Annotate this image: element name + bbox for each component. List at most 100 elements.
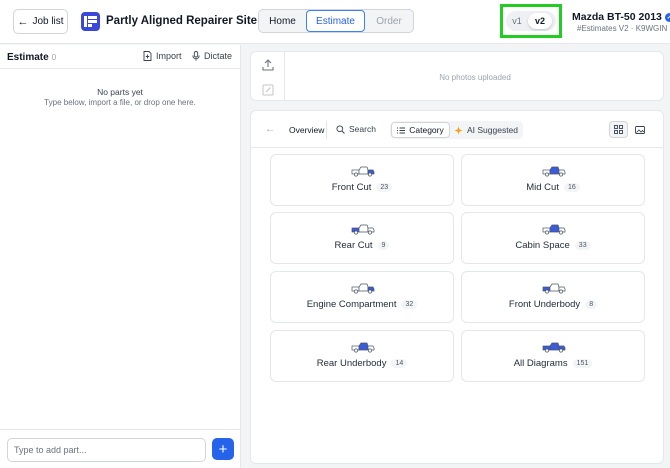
estimate-panel: Estimate 0 Import Dictate No parts yet Ty… [0, 45, 241, 468]
empty-state-subtitle: Type below, import a file, or drop one h… [44, 98, 196, 107]
category-card-row: Front Cut 23 [271, 182, 453, 193]
car-diagram-icon [542, 342, 566, 353]
nav-order-tab[interactable]: Order [365, 10, 413, 32]
car-diagram-icon [351, 166, 375, 177]
category-count-badge: 33 [574, 241, 591, 250]
category-card-row: Rear Cut 9 [271, 240, 453, 251]
vehicle-name: Mazda BT-50 2013 ✓ [572, 11, 670, 23]
car-diagram-icon [542, 224, 566, 235]
category-card-engine-compartment[interactable]: Engine Compartment 32 [270, 271, 454, 323]
category-card-row: Mid Cut 16 [462, 182, 644, 193]
category-label: Category [409, 125, 444, 135]
category-count-badge: 32 [401, 300, 418, 309]
sparkle-icon [454, 126, 463, 134]
arrow-left-icon: ← [17, 15, 29, 28]
toolbar-divider [326, 121, 327, 139]
category-label: Rear Cut [334, 240, 373, 251]
category-tab[interactable]: Category [391, 122, 450, 138]
version-toggle[interactable]: v1 v2 [506, 11, 556, 31]
ai-suggested-tab[interactable]: AI Suggested [450, 122, 522, 138]
job-list-button[interactable]: ← Job list [13, 9, 68, 34]
ai-suggested-label: AI Suggested [466, 125, 519, 135]
nav-home-tab[interactable]: Home [259, 10, 306, 32]
version-v1-option[interactable]: v1 [506, 16, 528, 26]
search-label: Search [349, 124, 376, 134]
list-icon [397, 127, 406, 133]
catalog-toolbar: ← Overview Search Category AI Suggested [251, 111, 663, 148]
category-card-rear-underbody[interactable]: Rear Underbody 14 [270, 330, 454, 382]
photos-panel: No photos uploaded [250, 51, 664, 101]
microphone-icon [192, 51, 200, 61]
image-view-button[interactable] [630, 121, 649, 138]
vehicle-name-text: Mazda BT-50 2013 [572, 11, 662, 23]
category-label: Cabin Space [515, 240, 570, 251]
no-photos-text: No photos uploaded [439, 73, 511, 82]
category-label: Front Underbody [508, 299, 581, 310]
car-diagram-icon [351, 283, 375, 294]
category-card-row: Engine Compartment 32 [271, 299, 453, 310]
estimate-count: 0 [51, 53, 57, 62]
car-diagram-icon [351, 342, 375, 353]
partly-logo-icon [81, 12, 100, 31]
import-label: Import [156, 51, 182, 61]
category-card-row: All Diagrams 151 [462, 358, 644, 369]
category-label: Mid Cut [526, 182, 559, 193]
overview-link[interactable]: Overview [289, 125, 324, 135]
category-count-badge: 151 [572, 359, 593, 368]
image-icon [634, 125, 645, 134]
category-card-row: Rear Underbody 14 [271, 358, 453, 369]
version-v2-option[interactable]: v2 [528, 13, 552, 29]
category-card-mid-cut[interactable]: Mid Cut 16 [461, 154, 645, 206]
grid-icon [614, 125, 623, 134]
category-count-badge: 23 [376, 183, 393, 192]
import-button[interactable]: Import [143, 51, 182, 61]
main-nav: Home Estimate Order [258, 9, 414, 33]
add-part-button[interactable]: + [212, 438, 234, 460]
category-card-front-cut[interactable]: Front Cut 23 [270, 154, 454, 206]
category-card-all-diagrams[interactable]: All Diagrams 151 [461, 330, 645, 382]
category-card-row: Front Underbody 8 [462, 299, 644, 310]
top-bar: ← Job list Partly Aligned Repairer Site … [0, 0, 670, 44]
file-import-icon [143, 51, 152, 61]
estimate-title-text: Estimate [7, 52, 49, 63]
empty-state-title: No parts yet [97, 87, 143, 97]
photo-actions [251, 52, 285, 100]
edit-icon[interactable] [261, 83, 275, 97]
category-label: Rear Underbody [316, 358, 387, 369]
category-card-rear-cut[interactable]: Rear Cut 9 [270, 212, 454, 264]
upload-icon[interactable] [261, 58, 275, 72]
search-icon [336, 124, 345, 134]
back-arrow-icon[interactable]: ← [265, 124, 275, 135]
grid-view-button[interactable] [609, 121, 628, 138]
category-label: Front Cut [331, 182, 372, 193]
version-toggle-highlight: v1 v2 [500, 4, 562, 38]
category-card-front-underbody[interactable]: Front Underbody 8 [461, 271, 645, 323]
site-title: Partly Aligned Repairer Site [106, 15, 258, 27]
verified-check-icon: ✓ [664, 12, 670, 22]
catalog-mode-switch: Category AI Suggested [390, 121, 523, 139]
catalog-panel: ← Overview Search Category AI Suggested [250, 110, 664, 464]
category-count-badge: 14 [391, 359, 408, 368]
dictate-label: Dictate [204, 51, 233, 61]
category-label: Engine Compartment [306, 299, 397, 310]
category-card-cabin-space[interactable]: Cabin Space 33 [461, 212, 645, 264]
car-diagram-icon [351, 224, 375, 235]
job-list-label: Job list [32, 16, 64, 27]
add-part-bar: + [0, 429, 240, 468]
category-card-row: Cabin Space 33 [462, 240, 644, 251]
category-label: All Diagrams [513, 358, 568, 369]
estimate-title: Estimate 0 [7, 52, 56, 63]
nav-estimate-tab[interactable]: Estimate [306, 10, 365, 32]
view-mode-switch [609, 121, 649, 139]
add-part-input[interactable] [7, 438, 206, 462]
dictate-button[interactable]: Dictate [192, 51, 232, 61]
estimate-reference: #Estimates V2 · K9WGIN [577, 24, 668, 33]
estimate-header: Estimate 0 Import Dictate [0, 45, 240, 69]
car-diagram-icon [542, 283, 566, 294]
category-count-badge: 9 [377, 241, 390, 250]
search-button[interactable]: Search [336, 124, 376, 134]
category-count-badge: 16 [563, 183, 580, 192]
category-count-badge: 8 [585, 300, 598, 309]
car-diagram-icon [542, 166, 566, 177]
plus-icon: + [218, 440, 228, 458]
